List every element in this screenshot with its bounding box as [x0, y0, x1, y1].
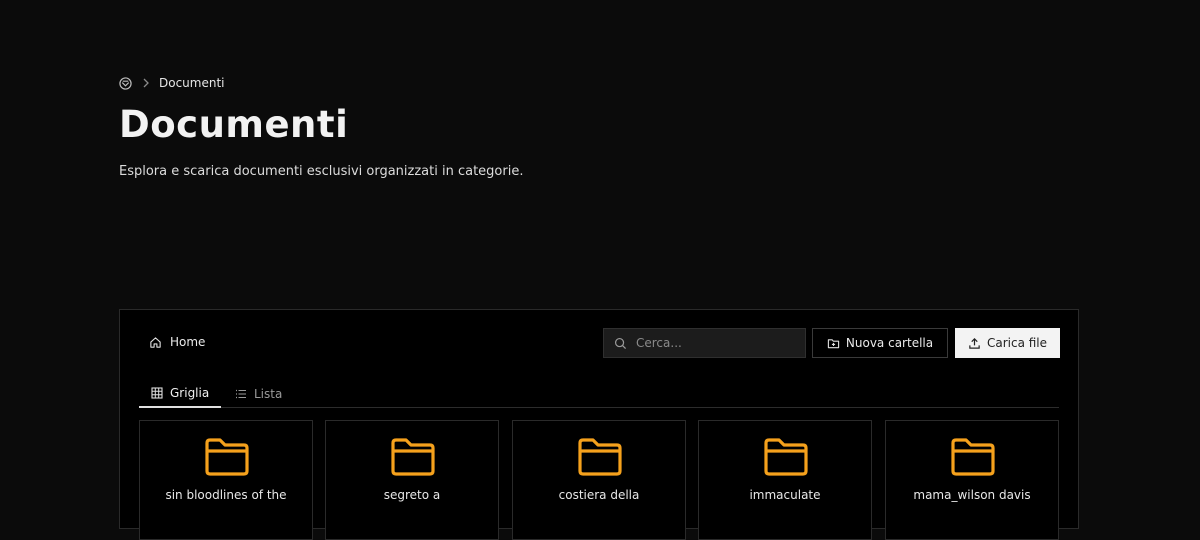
tab-grid[interactable]: Griglia [139, 380, 222, 408]
folder-name: immaculate [749, 488, 821, 502]
folder-card[interactable]: immaculate [698, 420, 872, 540]
folder-card[interactable]: mama_wilson davis [885, 420, 1059, 540]
folder-name: segreto a [383, 488, 441, 502]
chevron-right-icon [142, 78, 150, 88]
file-toolbar: Home Nuova cartella Carica file [120, 328, 1078, 358]
folder-card[interactable]: segreto a [325, 420, 499, 540]
folder-icon [578, 438, 622, 476]
tab-list[interactable]: Lista [223, 380, 294, 408]
home-crumb-icon[interactable] [119, 76, 132, 90]
breadcrumb: Documenti [119, 74, 1079, 92]
search-box[interactable] [603, 328, 806, 358]
list-icon [236, 389, 246, 399]
folder-icon [951, 438, 995, 476]
home-link[interactable]: Home [149, 335, 205, 349]
upload-icon [969, 337, 980, 349]
search-icon [614, 337, 627, 349]
upload-file-label: Carica file [986, 336, 1048, 350]
folder-plus-icon [827, 338, 840, 348]
file-browser-panel: Home Nuova cartella Carica file Griglia … [119, 309, 1079, 540]
folder-name: sin bloodlines of the [165, 488, 287, 502]
folder-icon [391, 438, 435, 476]
grid-icon [151, 387, 163, 399]
search-input[interactable] [636, 336, 786, 350]
page-title: Documenti [119, 103, 349, 146]
home-link-label: Home [170, 335, 206, 349]
tab-grid-label: Griglia [170, 386, 210, 400]
house-icon [150, 336, 161, 348]
folder-name: mama_wilson davis [913, 488, 1031, 502]
folder-icon [764, 438, 808, 476]
new-folder-button[interactable]: Nuova cartella [812, 328, 948, 358]
tab-list-label: Lista [254, 387, 283, 401]
page-header: Documenti Documenti Esplora e scarica do… [119, 74, 1079, 179]
new-folder-label: Nuova cartella [845, 336, 934, 350]
page-subtitle: Esplora e scarica documenti esclusivi or… [119, 164, 524, 179]
folder-grid: sin bloodlines of the segreto a costiera… [139, 420, 1059, 540]
folder-name: costiera della [558, 488, 640, 502]
upload-file-button[interactable]: Carica file [955, 328, 1060, 358]
view-tabs: Griglia Lista [139, 380, 1059, 408]
folder-icon [205, 438, 249, 476]
folder-card[interactable]: costiera della [512, 420, 686, 540]
breadcrumb-current: Documenti [159, 76, 225, 90]
folder-card[interactable]: sin bloodlines of the [139, 420, 313, 540]
